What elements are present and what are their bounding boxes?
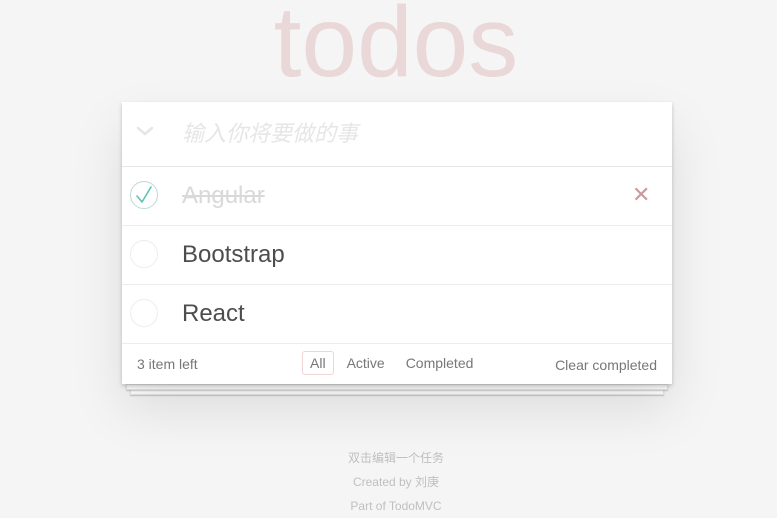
todo-item-bootstrap[interactable]: Bootstrap [122, 226, 672, 285]
filter-all[interactable]: All [302, 351, 334, 375]
todo-header [122, 102, 672, 167]
checkmark-icon [136, 186, 152, 203]
new-todo-input[interactable] [182, 114, 652, 154]
todo-label[interactable]: React [182, 300, 245, 328]
todo-toggle-checkbox[interactable] [130, 299, 158, 327]
toggle-all-chevron-icon[interactable] [134, 120, 156, 142]
info-created-by: Created by 刘庚 [352, 475, 440, 489]
filter-active[interactable]: Active [339, 351, 393, 375]
info-edit-hint: 双击编辑一个任务 [347, 451, 444, 465]
todo-toggle-checkbox[interactable] [130, 181, 158, 209]
todo-label[interactable]: Angular [182, 182, 265, 210]
todo-item-react[interactable]: React [122, 285, 672, 344]
destroy-x-icon[interactable]: ✕ [632, 181, 650, 209]
clear-completed-button[interactable]: Clear completed [555, 357, 657, 373]
filters: All Active Completed [302, 351, 486, 375]
todo-footer: 3 item left All Active Completed Clear c… [122, 344, 672, 384]
info-part-of[interactable]: Part of TodoMVC [0, 494, 777, 518]
filter-completed[interactable]: Completed [398, 351, 482, 375]
todo-count: 3 item left [137, 356, 198, 372]
todo-label[interactable]: Bootstrap [182, 241, 285, 269]
app-title: todos [273, 0, 519, 98]
info-footer: 双击编辑一个任务 Created by 刘庚 Part of TodoMVC [0, 446, 777, 518]
todo-item-angular[interactable]: Angular ✕ [122, 167, 672, 226]
paper-stack-middle [126, 384, 668, 390]
todo-app: Angular ✕ Bootstrap React 3 item left Al… [122, 102, 672, 384]
todo-toggle-checkbox[interactable] [130, 240, 158, 268]
todo-list: Angular ✕ Bootstrap React [122, 167, 672, 344]
